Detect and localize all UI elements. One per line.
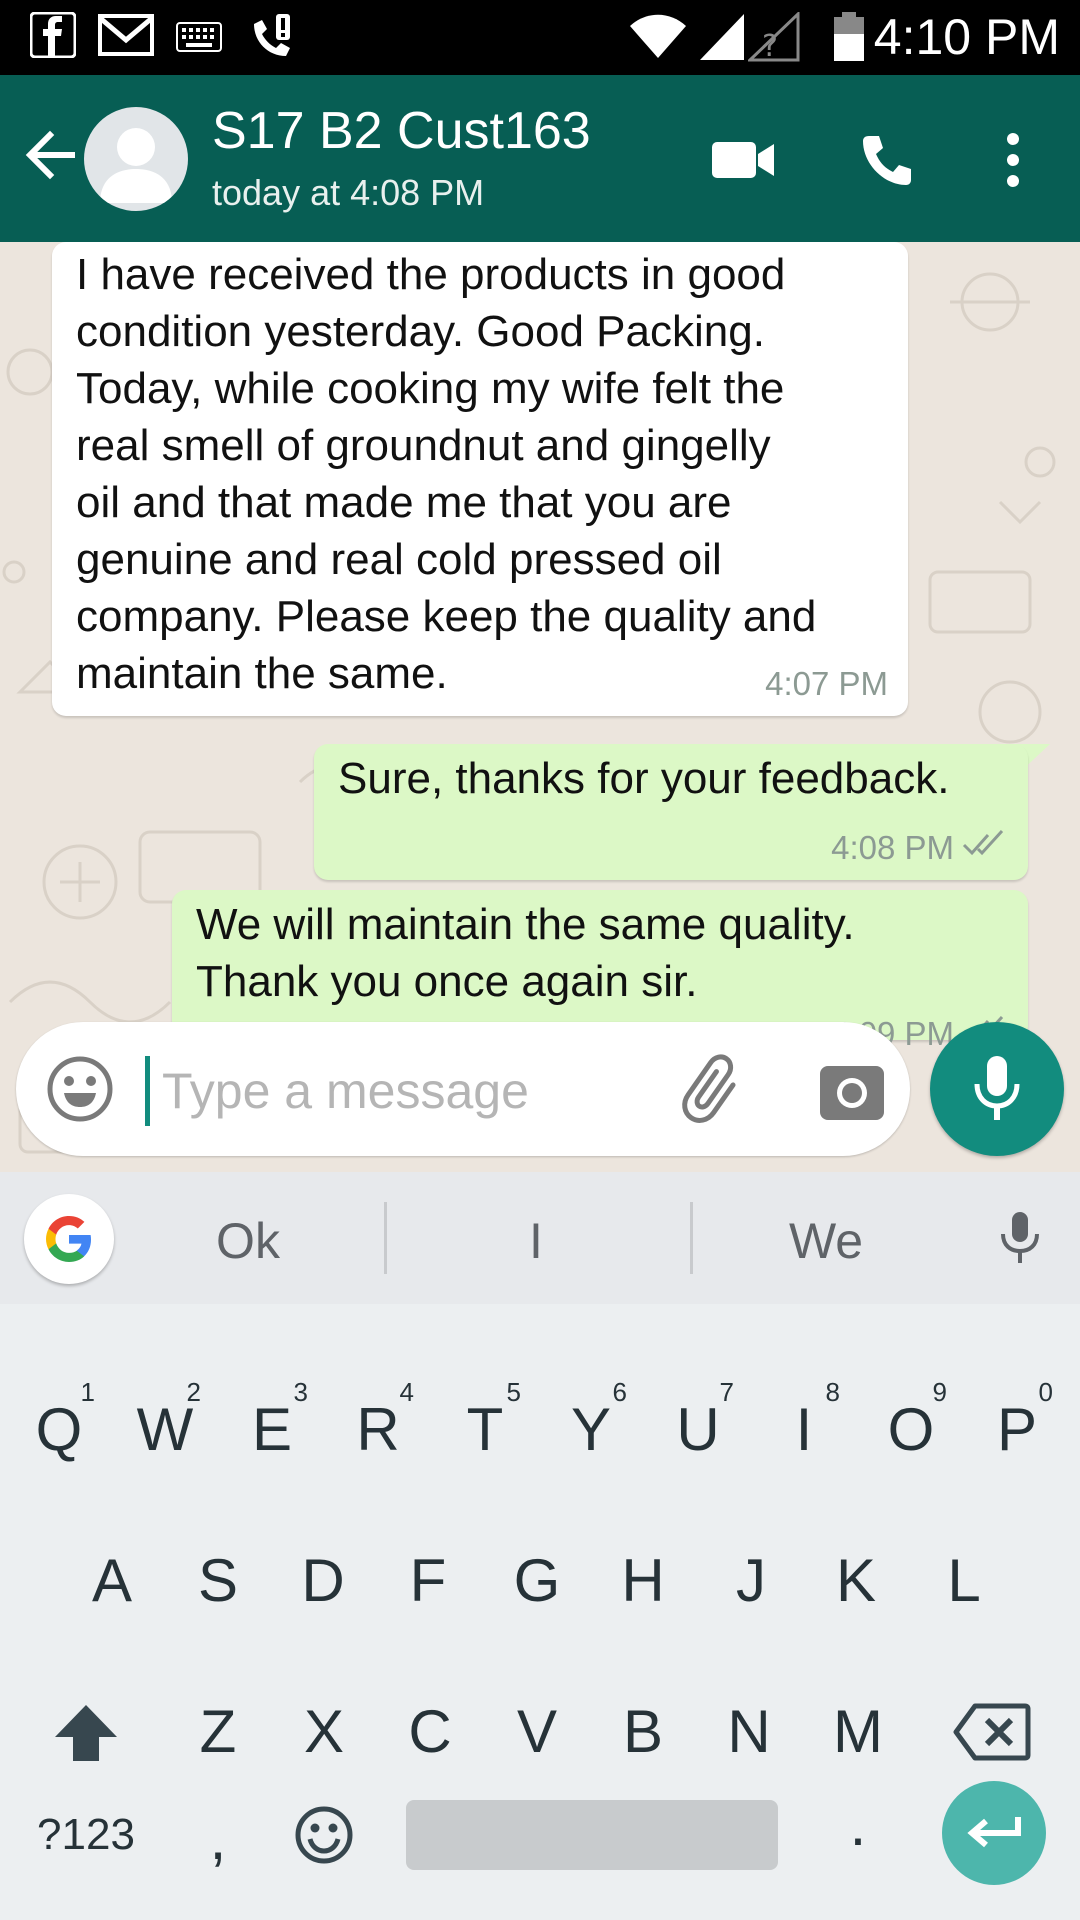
chat-header: S17 B2 Cust163 today at 4:08 PM [0, 75, 1080, 242]
attach-icon[interactable] [676, 1052, 756, 1132]
key-j[interactable]: J [701, 1536, 801, 1626]
more-vert-icon[interactable] [978, 125, 1048, 195]
key-y[interactable]: Y6 [541, 1377, 641, 1475]
keyboard-icon [176, 22, 222, 57]
backspace-key[interactable] [942, 1687, 1042, 1777]
message-time: 4:07 PM [765, 665, 888, 702]
key-f[interactable]: F [378, 1536, 478, 1626]
message-meta: 4:07 PM [765, 664, 888, 704]
keyboard-mic-icon[interactable] [990, 1208, 1050, 1268]
key-a[interactable]: A [62, 1536, 162, 1626]
message-bubble-outgoing[interactable]: Sure, thanks for your feedback. 4:08 PM [314, 744, 1028, 880]
voice-record-button[interactable] [930, 1022, 1064, 1156]
message-text: I have received the products in good con… [76, 250, 817, 698]
suggestion-item[interactable]: We [726, 1212, 926, 1270]
no-sim-icon: ? [746, 10, 800, 67]
key-v[interactable]: V [487, 1687, 587, 1777]
battery-icon [832, 12, 866, 67]
key-p[interactable]: P0 [967, 1377, 1067, 1475]
contact-name[interactable]: S17 B2 Cust163 [212, 101, 591, 161]
emoji-icon[interactable] [46, 1055, 114, 1123]
key-w[interactable]: W2 [115, 1377, 215, 1475]
period-key[interactable]: . [808, 1780, 908, 1870]
key-t[interactable]: T5 [435, 1377, 535, 1475]
key-m[interactable]: M [808, 1687, 908, 1777]
call-alert-icon [246, 12, 296, 67]
key-h[interactable]: H [593, 1536, 693, 1626]
key-c[interactable]: C [380, 1687, 480, 1777]
video-call-icon[interactable] [708, 125, 778, 195]
last-seen: today at 4:08 PM [212, 172, 485, 213]
key-i[interactable]: I8 [754, 1377, 854, 1475]
suggestion-item[interactable]: I [436, 1212, 636, 1270]
message-time: 4:08 PM [831, 829, 954, 866]
double-check-icon [962, 828, 1008, 868]
phone-icon[interactable] [852, 125, 922, 195]
facebook-icon [29, 11, 77, 63]
shift-key[interactable] [36, 1687, 136, 1777]
status-bar: ? 4:10 PM [0, 0, 1080, 75]
shift-icon [55, 1705, 117, 1761]
suggestion-divider [690, 1202, 693, 1274]
suggestion-strip: Ok I We [0, 1172, 1080, 1304]
clock: 4:10 PM [873, 9, 1060, 65]
key-n[interactable]: N [699, 1687, 799, 1777]
key-e[interactable]: E3 [222, 1377, 322, 1475]
message-text: Sure, thanks for your feedback. [338, 754, 950, 803]
message-bubble-outgoing[interactable]: We will maintain the same quality. Thank… [172, 890, 1028, 1052]
key-d[interactable]: D [273, 1536, 373, 1626]
back-arrow-icon[interactable] [20, 125, 80, 185]
camera-icon[interactable] [812, 1052, 892, 1132]
avatar[interactable] [84, 107, 188, 211]
wifi-icon [628, 12, 688, 65]
message-bubble-incoming[interactable]: I have received the products in good con… [52, 242, 908, 716]
text-cursor [145, 1056, 150, 1126]
keyboard: Q1 W2 E3 R4 T5 Y6 U7 I8 O9 P0 A S D F G … [0, 1304, 1080, 1920]
key-g[interactable]: G [487, 1536, 587, 1626]
key-q[interactable]: Q1 [9, 1377, 109, 1475]
emoji-icon [295, 1806, 353, 1864]
microphone-icon [974, 1056, 1020, 1120]
key-x[interactable]: X [274, 1687, 374, 1777]
key-o[interactable]: O9 [861, 1377, 961, 1475]
message-input-bar[interactable]: Type a message [16, 1022, 910, 1156]
signal-icon [698, 12, 746, 67]
symbols-key[interactable]: ?123 [36, 1790, 136, 1880]
key-b[interactable]: B [593, 1687, 693, 1777]
svg-text:?: ? [762, 29, 778, 62]
key-k[interactable]: K [806, 1536, 906, 1626]
key-s[interactable]: S [168, 1536, 268, 1626]
enter-icon [967, 1817, 1021, 1848]
suggestion-divider [384, 1202, 387, 1274]
key-r[interactable]: R4 [328, 1377, 428, 1475]
comma-key[interactable]: , [168, 1794, 268, 1884]
google-search-icon[interactable] [24, 1194, 114, 1284]
gmail-icon [98, 12, 154, 63]
key-u[interactable]: U7 [648, 1377, 748, 1475]
enter-key[interactable] [942, 1781, 1046, 1885]
backspace-icon [953, 1703, 1031, 1761]
emoji-key[interactable] [274, 1790, 374, 1880]
message-meta: 4:08 PM [831, 828, 1008, 868]
suggestion-item[interactable]: Ok [148, 1212, 348, 1270]
key-z[interactable]: Z [168, 1687, 268, 1777]
key-l[interactable]: L [914, 1536, 1014, 1626]
message-input[interactable]: Type a message [162, 1062, 529, 1120]
space-bar[interactable] [406, 1800, 778, 1870]
message-text: We will maintain the same quality. Thank… [196, 900, 855, 1006]
